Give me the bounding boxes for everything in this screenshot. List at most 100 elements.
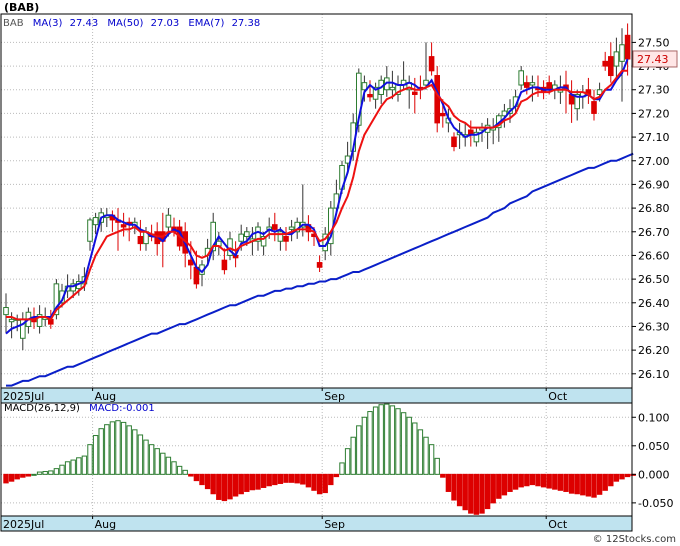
price-tick-label: 26.50: [638, 273, 670, 286]
candle-body: [244, 231, 250, 238]
macd-bar: [31, 473, 37, 476]
candle-body: [602, 60, 609, 67]
candle-body: [120, 224, 127, 228]
candle-body: [288, 226, 295, 230]
macd-bar: [255, 473, 261, 490]
macd-bar: [210, 473, 216, 495]
candle-body: [238, 233, 244, 242]
candle-body: [451, 136, 457, 148]
macd-bar: [613, 473, 620, 482]
macd-bar: [3, 473, 9, 484]
macd-bar: [524, 473, 530, 487]
macd-bar: [305, 473, 312, 488]
candle-body: [137, 236, 144, 245]
macd-bar: [126, 425, 132, 475]
legend: BAB MA(3) 27.43 MA(50) 27.03 EMA(7) 27.3…: [3, 18, 260, 29]
legend-ma50-label: MA(50): [107, 18, 143, 29]
macd-bar: [428, 444, 435, 475]
candle-body: [434, 75, 440, 124]
macd-bar: [535, 473, 541, 487]
stock-chart: (BAB) BAB MA(3) 27.43 MA(50) 27.03 EMA(7…: [0, 0, 680, 546]
price-date-axis: 2025Jul Aug Sep Oct: [0, 387, 633, 404]
macd-date-label: Aug: [95, 518, 116, 531]
candle-body: [283, 236, 289, 242]
macd-bar: [227, 473, 233, 500]
macd-bar: [423, 436, 429, 475]
price-tick-label: 26.80: [638, 202, 670, 215]
macd-label: MACD(26,12,9): [4, 403, 80, 414]
candle-body: [546, 82, 553, 91]
candle-body: [624, 34, 631, 60]
macd-bar: [48, 470, 54, 475]
legend-ema7-label: EMA(7): [188, 18, 224, 29]
candle-body: [165, 214, 172, 228]
candle-body: [367, 93, 373, 98]
candle-body: [529, 82, 536, 86]
macd-bar: [596, 473, 603, 495]
macd-bar: [406, 416, 412, 475]
candle-body: [524, 82, 530, 88]
macd-bar: [154, 448, 160, 475]
macd-bar: [496, 473, 502, 499]
macd-bar: [462, 473, 468, 511]
macd-bar: [176, 465, 183, 475]
price-tick-label: 26.70: [638, 226, 670, 239]
chart-title: (BAB): [4, 1, 39, 14]
macd-bar: [104, 424, 110, 475]
macd-bar: [199, 473, 205, 486]
macd-bar: [260, 473, 267, 488]
macd-bar: [311, 473, 317, 491]
macd-bar: [384, 403, 390, 475]
macd-bar: [451, 473, 457, 501]
macd-bar: [479, 473, 485, 514]
macd-bar: [42, 470, 48, 475]
macd-bar: [14, 473, 20, 480]
macd-bar: [328, 473, 334, 486]
macd-bar: [70, 459, 76, 475]
macd-bar: [143, 439, 149, 475]
price-tick-label: 26.40: [638, 297, 670, 310]
macd-bar: [266, 473, 272, 487]
macd-bar: [619, 473, 625, 480]
macd-bar: [585, 473, 592, 497]
macd-bar: [490, 473, 496, 504]
candle-body: [316, 262, 323, 268]
price-tick-label: 26.60: [638, 249, 670, 262]
macd-bar: [64, 461, 71, 475]
macd-bar: [518, 473, 524, 488]
macd-bar: [53, 468, 60, 475]
candle-body: [591, 101, 597, 114]
macd-bar: [563, 473, 569, 492]
macd-bar: [344, 448, 351, 475]
candle-body: [613, 51, 620, 67]
macd-bar: [76, 457, 82, 475]
macd-bar: [87, 444, 93, 475]
macd-bar: [165, 456, 172, 475]
macd-bar: [300, 473, 306, 485]
macd-bar: [552, 473, 558, 490]
price-date-label: 2025Jul: [3, 390, 44, 403]
macd-bar: [468, 473, 474, 514]
macd-bar: [395, 408, 401, 475]
macd-bar: [501, 473, 508, 496]
macd-bar: [294, 473, 300, 484]
macd-bar: [322, 473, 328, 494]
candle-body: [518, 70, 525, 86]
macd-bar: [92, 435, 99, 475]
candle-body: [619, 44, 625, 62]
macd-bar: [109, 421, 116, 475]
macd-bar: [249, 473, 256, 491]
macd-bar: [400, 412, 407, 475]
macd-bar: [412, 422, 418, 475]
macd-bar: [361, 416, 368, 475]
macd-bar: [507, 473, 513, 492]
price-tick-label: 27.20: [638, 107, 670, 120]
price-tick-label: 26.10: [638, 368, 670, 381]
candle-body: [440, 112, 446, 117]
macd-bar: [277, 473, 284, 484]
price-date-label: Sep: [324, 390, 345, 403]
macd-bar: [59, 464, 65, 475]
macd-date-label: Sep: [324, 518, 345, 531]
macd-bar: [608, 473, 614, 487]
legend-ema7-value: 27.38: [232, 18, 261, 29]
